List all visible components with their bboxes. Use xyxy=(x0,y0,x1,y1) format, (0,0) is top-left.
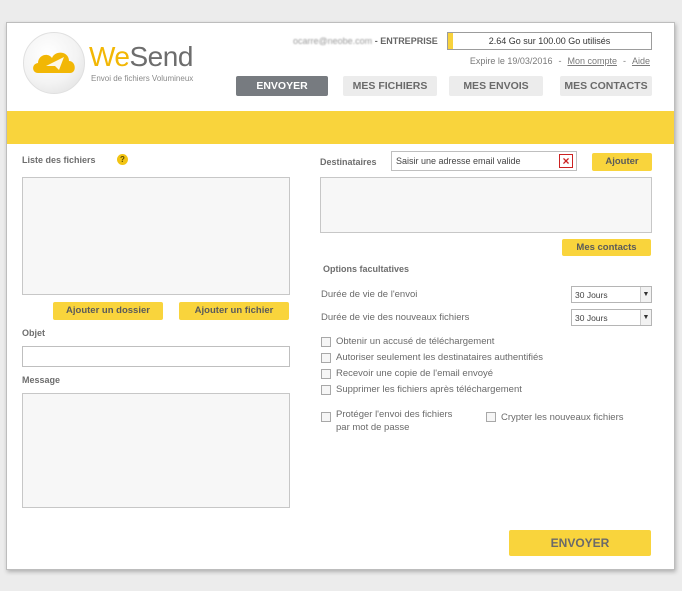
quota-fill xyxy=(448,33,454,49)
recipient-email-text: Saisir une adresse email valide xyxy=(396,156,521,166)
cloud-logo-icon xyxy=(33,52,75,73)
recipients-list-box[interactable] xyxy=(320,177,652,233)
lifetime-select[interactable]: 30 Jours ▼ xyxy=(571,286,652,303)
quota-text: 2.64 Go sur 100.00 Go utilisés xyxy=(488,36,611,46)
add-recipient-button[interactable]: Ajouter xyxy=(592,153,652,171)
nav-contacts-button[interactable]: MES CONTACTS xyxy=(560,76,652,96)
new-files-lifetime-label: Durée de vie des nouveaux fichiers xyxy=(321,312,470,323)
nav-files-button[interactable]: MES FICHIERS xyxy=(343,76,437,96)
clear-email-icon[interactable]: × xyxy=(559,154,573,168)
account-type: ENTREPRISE xyxy=(380,36,438,46)
option-checkbox-copy[interactable] xyxy=(321,369,331,379)
my-contacts-button[interactable]: Mes contacts xyxy=(562,239,651,256)
recipients-label: Destinataires xyxy=(320,157,377,167)
encrypt-checkbox[interactable] xyxy=(486,412,496,422)
nav-sends-button[interactable]: MES ENVOIS xyxy=(449,76,543,96)
my-account-link[interactable]: Mon compte xyxy=(567,56,617,66)
option-checkbox-delete[interactable] xyxy=(321,385,331,395)
help-icon[interactable]: ? xyxy=(117,154,128,165)
expire-text: Expire le 19/03/2016 xyxy=(469,56,553,66)
account-separator: - xyxy=(372,36,381,46)
account-email: ocarre@neobe.com xyxy=(293,36,373,46)
files-list-box[interactable] xyxy=(22,177,290,295)
yellow-band xyxy=(7,111,674,144)
option-label-receipt: Obtenir un accusé de téléchargement xyxy=(336,336,495,347)
logo-subtitle: Envoi de fichiers Volumineux xyxy=(91,74,194,83)
protect-label-line2: par mot de passe xyxy=(336,422,410,433)
option-label-delete: Supprimer les fichiers après téléchargem… xyxy=(336,384,522,395)
message-label: Message xyxy=(22,375,61,385)
message-textarea[interactable] xyxy=(22,393,290,508)
logo-wordmark: WeSend xyxy=(89,41,193,73)
protect-checkbox[interactable] xyxy=(321,412,331,422)
files-list-label: Liste des fichiers xyxy=(22,155,96,165)
option-label-auth: Autoriser seulement les destinataires au… xyxy=(336,352,544,363)
logo-circle xyxy=(23,32,85,94)
quota-bar: 2.64 Go sur 100.00 Go utilisés xyxy=(447,32,652,50)
protect-label-line1: Protéger l'envoi des fichiers xyxy=(336,409,453,420)
chevron-down-icon: ▼ xyxy=(640,287,651,302)
app-window: WeSend Envoi de fichiers Volumineux ocar… xyxy=(6,22,675,570)
option-checkbox-auth[interactable] xyxy=(321,353,331,363)
recipient-email-input[interactable]: Saisir une adresse email valide × xyxy=(391,151,577,171)
dash-1: - xyxy=(558,56,562,66)
lifetime-label: Durée de vie de l'envoi xyxy=(321,289,418,300)
expire-line: Expire le 19/03/2016- Mon compte - Aide xyxy=(470,56,650,66)
options-title: Options facultatives xyxy=(323,264,410,274)
chevron-down-icon: ▼ xyxy=(640,310,651,325)
help-link[interactable]: Aide xyxy=(632,56,650,66)
logo-we: We xyxy=(89,41,130,72)
new-files-lifetime-value: 30 Jours xyxy=(575,313,608,323)
subject-label: Objet xyxy=(22,328,46,338)
subject-input[interactable] xyxy=(22,346,290,367)
encrypt-label: Crypter les nouveaux fichiers xyxy=(501,412,624,423)
option-checkbox-receipt[interactable] xyxy=(321,337,331,347)
send-button[interactable]: ENVOYER xyxy=(509,530,651,556)
account-info: ocarre@neobe.com - ENTREPRISE xyxy=(293,36,438,46)
logo-send: Send xyxy=(129,41,194,72)
new-files-lifetime-select[interactable]: 30 Jours ▼ xyxy=(571,309,652,326)
dash-2: - xyxy=(622,56,626,66)
nav-send-button[interactable]: ENVOYER xyxy=(236,76,328,96)
add-folder-button[interactable]: Ajouter un dossier xyxy=(53,302,163,320)
lifetime-value: 30 Jours xyxy=(575,290,608,300)
option-label-copy: Recevoir une copie de l'email envoyé xyxy=(336,368,494,379)
add-file-button[interactable]: Ajouter un fichier xyxy=(179,302,289,320)
